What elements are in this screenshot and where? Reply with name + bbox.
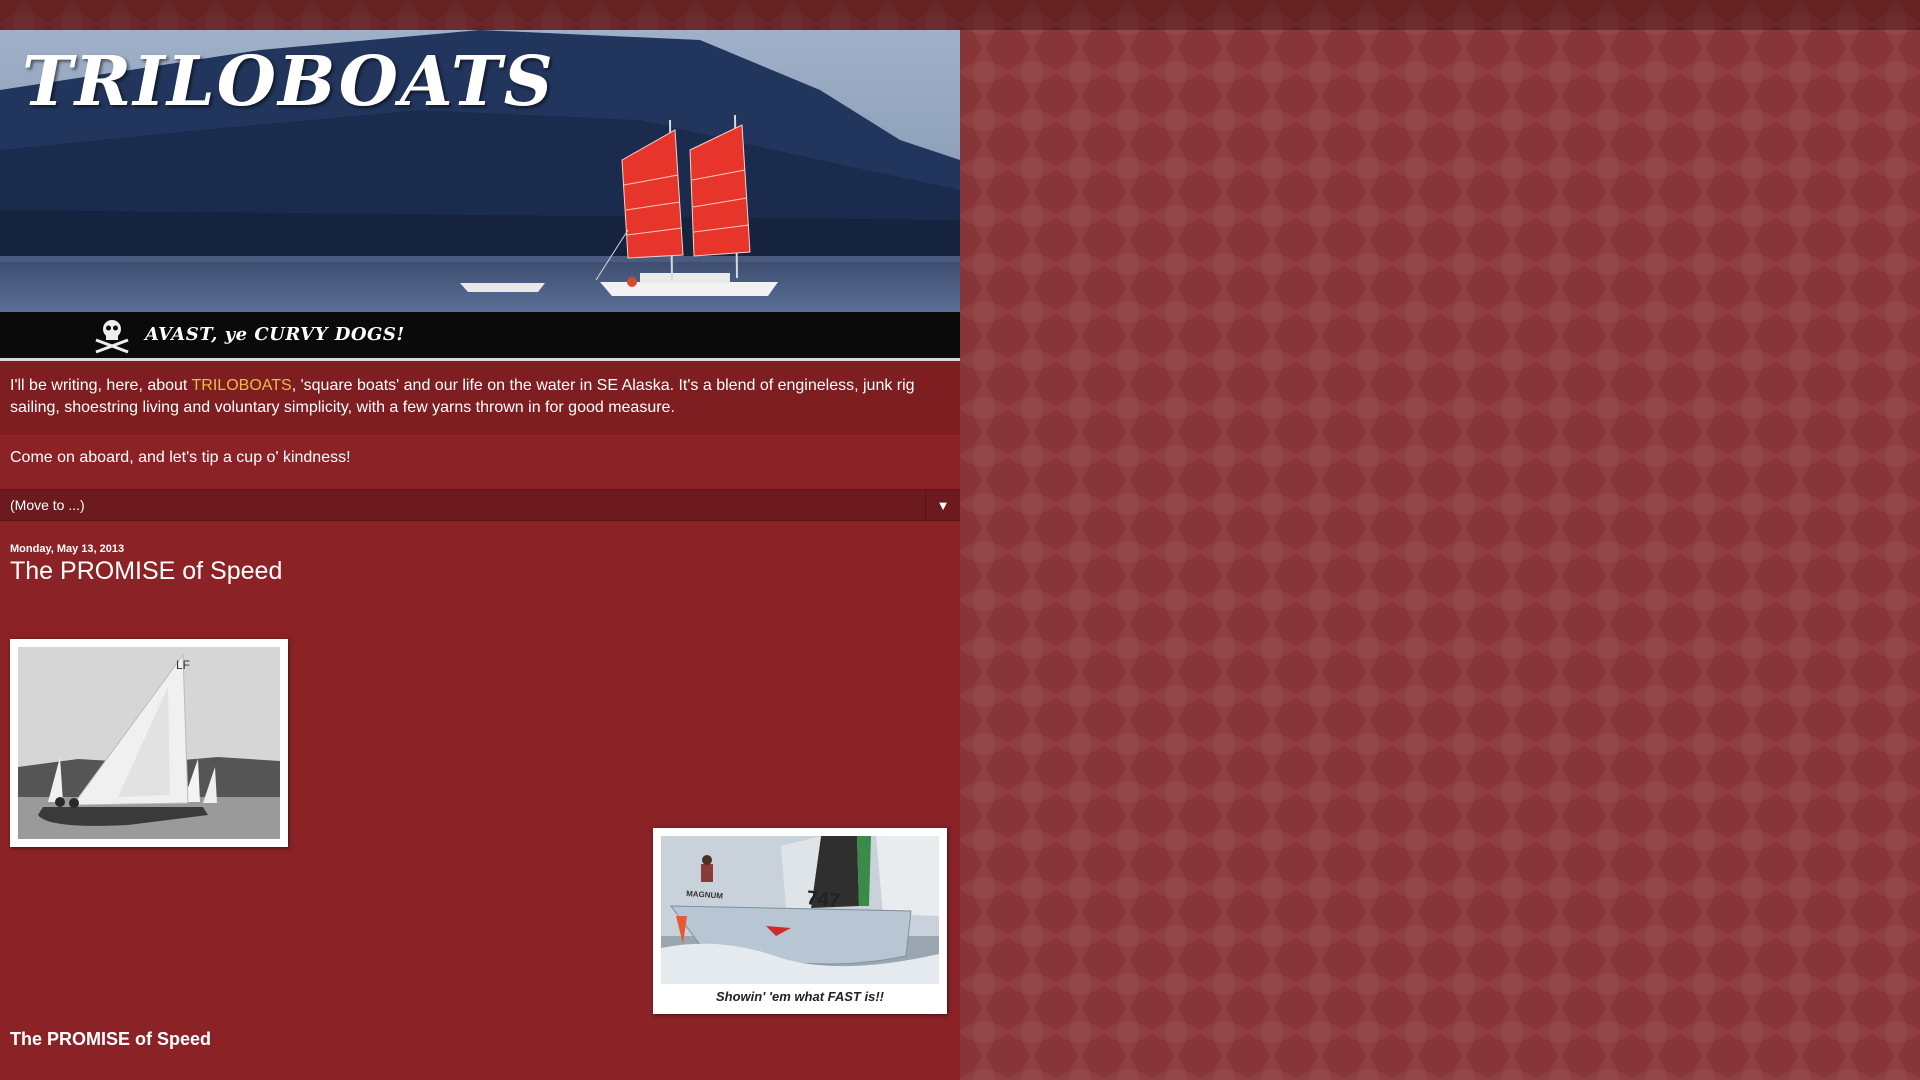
triloboats-link[interactable]: TRILOBOATS (192, 377, 292, 394)
blog-post: Monday, May 13, 2013 The PROMISE of Spee… (0, 543, 960, 1049)
hull-number: 747 (805, 887, 840, 912)
move-to-select-label[interactable]: (Move to ...) (10, 497, 85, 513)
post-title[interactable]: The PROMISE of Speed (10, 557, 950, 586)
sailboat-photo-1: LF (18, 647, 280, 839)
banner-tagline-strip: AVAST, ye CURVY DOGS! (0, 312, 960, 358)
top-bar (0, 0, 1920, 30)
post-photo-sailboat-heeling[interactable]: LF (10, 639, 288, 847)
dropdown-arrow-icon[interactable]: ▼ (925, 490, 960, 520)
banner-tagline: AVAST, ye CURVY DOGS! (145, 324, 405, 345)
move-to-select[interactable]: (Move to ...) ▼ (0, 489, 960, 521)
welcome-text: Come on aboard, and let's tip a cup o' k… (10, 449, 351, 466)
post-date: Monday, May 13, 2013 (10, 543, 125, 555)
post-subheading: The PROMISE of Speed (10, 1029, 212, 1049)
blog-title[interactable]: TRILOBOATS (22, 48, 555, 116)
svg-text:LF: LF (176, 658, 190, 672)
blog-description: I'll be writing, here, about TRILOBOATS,… (0, 361, 960, 435)
header-banner[interactable]: TRILOBOATS AVAST, ye CURVY DOGS! (0, 30, 960, 361)
photo-caption: Showin' 'em what FAST is!! (716, 989, 884, 1004)
description-text-before: I'll be writing, here, about (10, 377, 192, 394)
main-column: TRILOBOATS AVAST, ye CURVY DOGS! I'll be… (0, 30, 960, 1080)
post-photo-racing-sailboat[interactable]: 747 MAGNUM Showin' 'em what FAST is!! (653, 828, 947, 1014)
sailboat-photo-2: 747 MAGNUM (661, 836, 939, 984)
skull-crossbones-icon (95, 320, 129, 354)
